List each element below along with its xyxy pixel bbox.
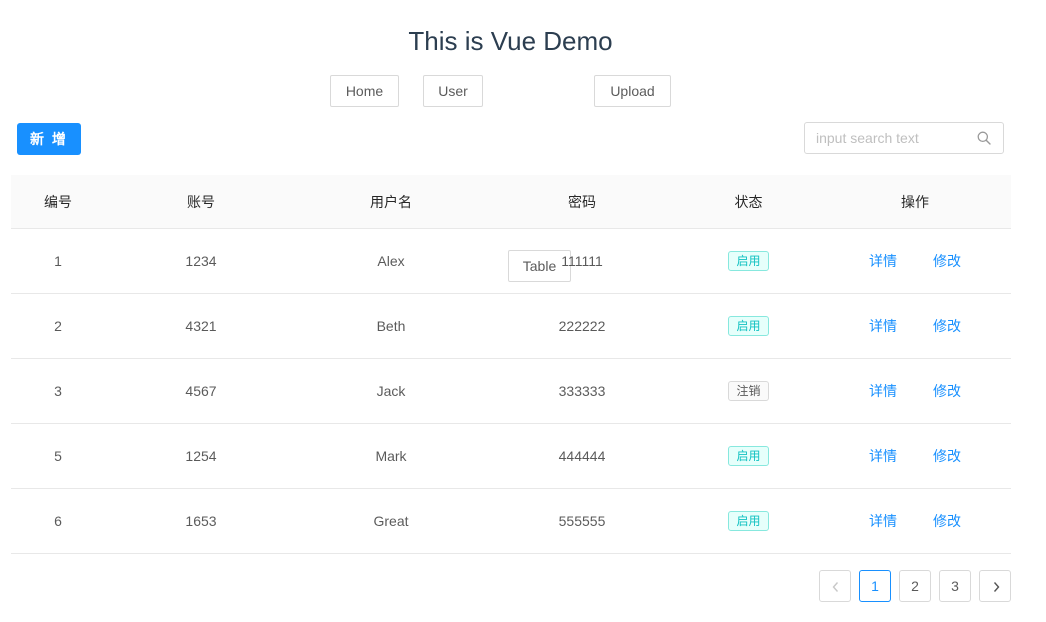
cell-id: 3: [54, 383, 62, 399]
table-header: 编号 账号 用户名 密码 状态 操作: [11, 175, 1011, 229]
detail-link[interactable]: 详情: [869, 381, 897, 401]
detail-link[interactable]: 详情: [869, 511, 897, 531]
cell-password: 111111: [561, 253, 603, 269]
cell-account: 4567: [185, 383, 217, 399]
nav-upload-button[interactable]: Upload: [594, 75, 671, 107]
chevron-left-icon: [832, 582, 839, 592]
cell-account: 4321: [185, 318, 217, 334]
cell-actions: 详情 修改: [841, 489, 989, 553]
search-icon[interactable]: [977, 131, 991, 145]
cell-password: 555555: [558, 513, 606, 529]
edit-link[interactable]: 修改: [933, 251, 961, 271]
cell-username: Alex: [377, 253, 405, 269]
page-button-1[interactable]: 1: [859, 570, 891, 602]
column-header-status: 状态: [734, 193, 763, 210]
status-badge: 启用: [728, 446, 769, 466]
column-header-id: 编号: [44, 193, 72, 210]
column-header-actions: 操作: [901, 193, 929, 210]
cell-username: Mark: [375, 448, 407, 464]
table-row: 5 1254 Mark 444444 启用 详情 修改: [11, 424, 1011, 489]
edit-link[interactable]: 修改: [933, 381, 961, 401]
chevron-right-icon: [993, 582, 1000, 592]
cell-password: 444444: [558, 448, 606, 464]
cell-account: 1254: [185, 448, 217, 464]
page-title: This is Vue Demo: [408, 26, 613, 56]
search-box: [804, 122, 1004, 154]
cell-username: Jack: [376, 383, 406, 399]
search-input[interactable]: [816, 123, 966, 153]
page: This is Vue Demo Home User Table Upload …: [0, 0, 1046, 622]
edit-link[interactable]: 修改: [933, 316, 961, 336]
column-header-password: 密码: [568, 193, 596, 210]
cell-actions: 详情 修改: [841, 294, 989, 358]
nav-user-button[interactable]: User: [423, 75, 483, 107]
cell-status: 启用: [695, 424, 802, 488]
status-badge: 启用: [728, 511, 769, 531]
prev-page-button[interactable]: [819, 570, 851, 602]
cell-actions: 详情 修改: [841, 229, 989, 293]
add-button[interactable]: 新 增: [17, 123, 81, 155]
edit-link[interactable]: 修改: [933, 446, 961, 466]
status-badge: 启用: [728, 316, 769, 336]
table-row: 3 4567 Jack 333333 注销 详情 修改: [11, 359, 1011, 424]
column-header-account: 账号: [187, 193, 215, 210]
detail-link[interactable]: 详情: [869, 251, 897, 271]
detail-link[interactable]: 详情: [869, 316, 897, 336]
cell-id: 2: [54, 318, 62, 334]
cell-status: 启用: [695, 294, 802, 358]
next-page-button[interactable]: [979, 570, 1011, 602]
cell-id: 1: [54, 253, 62, 269]
cell-account: 1653: [185, 513, 217, 529]
detail-link[interactable]: 详情: [869, 446, 897, 466]
cell-actions: 详情 修改: [841, 424, 989, 488]
page-button-3[interactable]: 3: [939, 570, 971, 602]
table-row: 1 1234 Alex 111111 启用 详情 修改: [11, 229, 1011, 294]
cell-status: 注销: [695, 359, 802, 423]
cell-username: Beth: [376, 318, 406, 334]
user-table: 编号 账号 用户名 密码 状态 操作 1 1234 Alex 111111 启用…: [11, 175, 1011, 554]
cell-password: 333333: [558, 383, 606, 399]
cell-id: 6: [54, 513, 62, 529]
top-nav: Home User Table Upload: [0, 75, 1046, 282]
column-header-username: 用户名: [370, 193, 412, 210]
cell-status: 启用: [695, 489, 802, 553]
edit-link[interactable]: 修改: [933, 511, 961, 531]
cell-status: 启用: [695, 229, 802, 293]
cell-account: 1234: [185, 253, 217, 269]
page-button-2[interactable]: 2: [899, 570, 931, 602]
table-row: 6 1653 Great 555555 启用 详情 修改: [11, 489, 1011, 554]
status-badge: 启用: [728, 251, 769, 271]
status-badge: 注销: [728, 381, 769, 401]
cell-username: Great: [373, 513, 409, 529]
cell-actions: 详情 修改: [841, 359, 989, 423]
table-row: 2 4321 Beth 222222 启用 详情 修改: [11, 294, 1011, 359]
cell-password: 222222: [558, 318, 606, 334]
nav-home-button[interactable]: Home: [330, 75, 399, 107]
cell-id: 5: [54, 448, 62, 464]
